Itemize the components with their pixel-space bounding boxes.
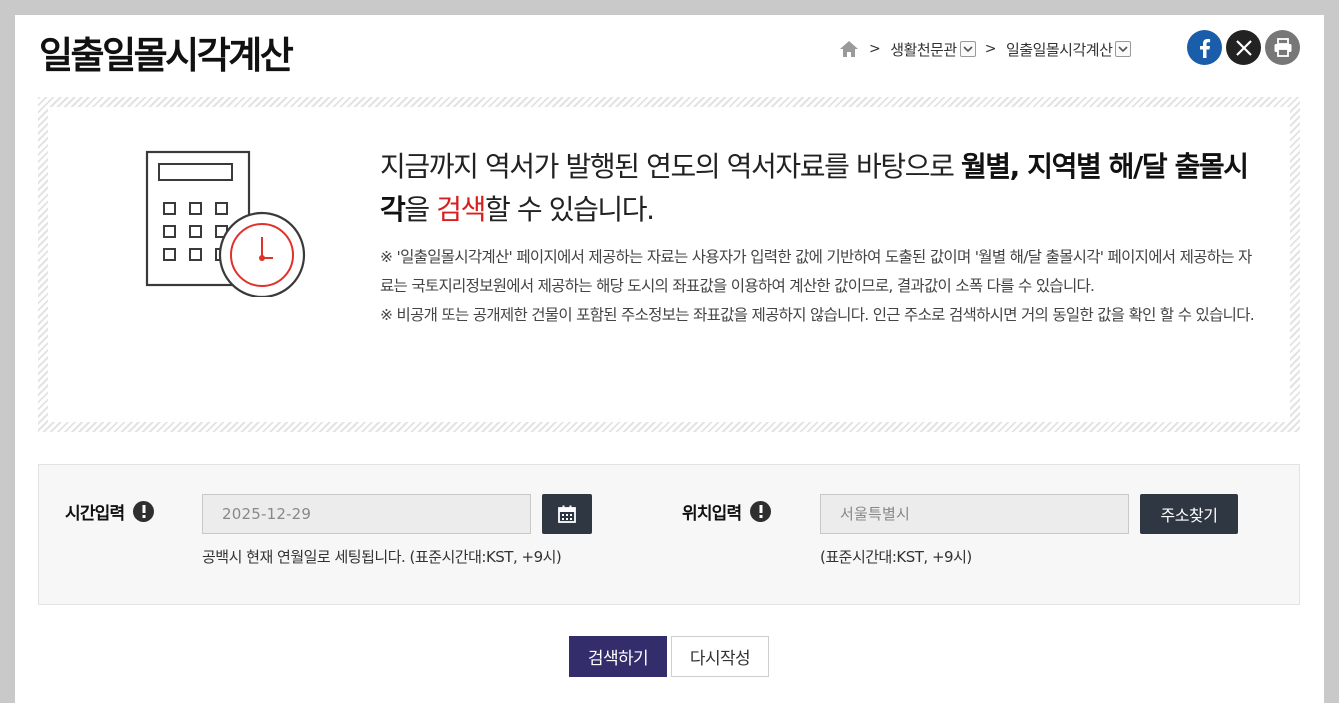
date-hint: 공백시 현재 연월일로 세팅됩니다. (표준시간대:KST, +9시) (202, 548, 562, 566)
reset-button[interactable]: 다시작성 (671, 636, 769, 677)
x-share-button[interactable] (1226, 30, 1261, 65)
print-button[interactable] (1265, 30, 1300, 65)
location-input[interactable]: 서울특별시 (820, 494, 1129, 534)
page-title: 일출일몰시각계산 (39, 34, 294, 77)
breadcrumb-separator: > (869, 41, 881, 57)
date-input[interactable]: 2025-12-29 (202, 494, 531, 534)
print-icon (1274, 38, 1291, 57)
search-form: 시간입력 2025-12-29 공백시 현재 연월일로 세팅됩니다. (표준시간… (38, 464, 1300, 605)
chevron-down-icon[interactable] (1115, 41, 1132, 57)
facebook-share-button[interactable] (1187, 30, 1222, 65)
home-icon[interactable] (838, 38, 860, 60)
breadcrumb-separator: > (984, 41, 997, 57)
breadcrumb: > 생활천문관 > 일출일몰시각계산 (838, 34, 1132, 64)
location-input-label: 위치입력 (682, 499, 772, 524)
calendar-icon (558, 505, 576, 523)
time-input-label: 시간입력 (65, 499, 155, 524)
breadcrumb-item-current[interactable]: 일출일몰시각계산 (1006, 39, 1113, 60)
info-lead: 지금까지 역서가 발행된 연도의 역서자료를 바탕으로 월별, 지역별 해/달 … (380, 150, 1249, 226)
x-icon (1235, 39, 1252, 56)
calendar-button[interactable] (542, 494, 592, 534)
search-button[interactable]: 검색하기 (569, 636, 667, 677)
exclamation-icon[interactable] (750, 501, 772, 522)
exclamation-icon[interactable] (133, 501, 155, 522)
info-note-2: ※ 비공개 또는 공개제한 건물이 포함된 주소정보는 좌표값을 제공하지 않습… (380, 306, 1255, 324)
find-address-button[interactable]: 주소찾기 (1140, 494, 1238, 534)
info-note-1: ※ '일출일몰시각계산' 페이지에서 제공하는 자료는 사용자가 입력한 값에 … (380, 248, 1252, 295)
breadcrumb-item-life-astronomy[interactable]: 생활천문관 (890, 39, 957, 60)
calculator-clock-icon (145, 150, 306, 297)
page: 일출일몰시각계산 > 생활천문관 > 일출일몰시각계산 지금까지 역서가 발행된… (15, 15, 1324, 703)
info-notes: ※ '일출일몰시각계산' 페이지에서 제공하는 자료는 사용자가 입력한 값에 … (380, 243, 1260, 330)
chevron-down-icon[interactable] (959, 41, 976, 57)
lead-search-word: 검색 (436, 193, 486, 226)
info-box: 지금까지 역서가 발행된 연도의 역서자료를 바탕으로 월별, 지역별 해/달 … (38, 97, 1300, 432)
location-hint: (표준시간대:KST, +9시) (820, 548, 972, 566)
facebook-icon (1199, 38, 1210, 58)
